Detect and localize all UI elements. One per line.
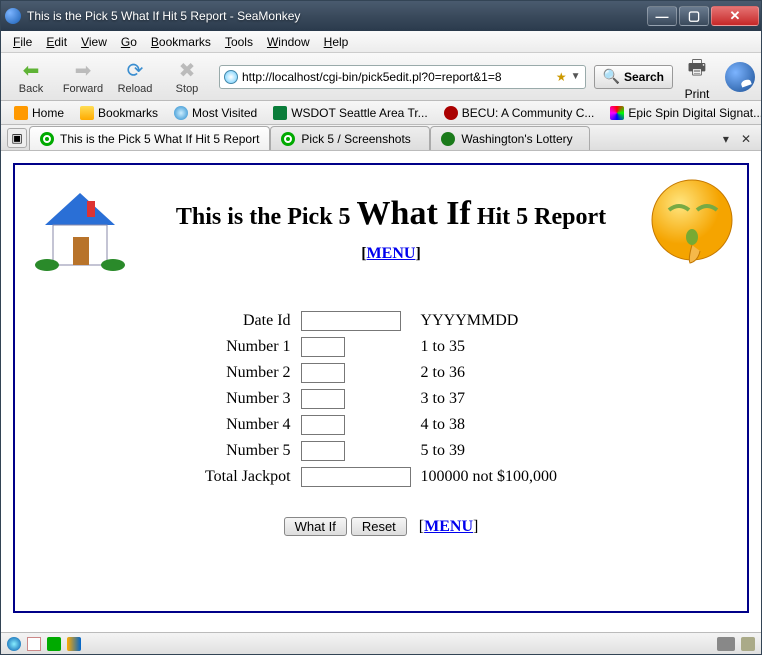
wsdot-icon: [273, 106, 287, 120]
epic-icon: [610, 106, 624, 120]
content-area: This is the Pick 5 What If Hit 5 Report …: [1, 151, 761, 632]
bookmark-wsdot[interactable]: WSDOT Seattle Area Tr...: [266, 104, 435, 122]
titlebar[interactable]: This is the Pick 5 What If Hit 5 Report …: [1, 1, 761, 31]
home-icon: [14, 106, 28, 120]
bookmark-becu[interactable]: BECU: A Community C...: [437, 104, 602, 122]
label-n4: Number 4: [205, 415, 297, 435]
input-n5[interactable]: [301, 441, 345, 461]
hint-n4: 4 to 38: [415, 415, 557, 435]
reload-button[interactable]: ⟳Reload: [111, 59, 159, 95]
back-button[interactable]: ⬅Back: [7, 59, 55, 95]
input-dateid[interactable]: [301, 311, 401, 331]
stop-icon: ✖: [175, 59, 199, 83]
globe-icon: [174, 106, 188, 120]
link-icon: [40, 132, 54, 146]
bookmarks-bar: Home Bookmarks Most Visited WSDOT Seattl…: [1, 101, 761, 125]
menu-file[interactable]: File: [7, 33, 38, 51]
globe-icon: [224, 70, 238, 84]
hint-n1: 1 to 35: [415, 337, 557, 357]
link-icon: [281, 132, 295, 146]
bookmark-epic[interactable]: Epic Spin Digital Signat...: [603, 104, 761, 122]
menu-window[interactable]: Window: [261, 33, 316, 51]
print-button[interactable]: 🖶Print: [677, 53, 717, 101]
hint-jackpot: 100000 not $100,000: [415, 467, 557, 487]
house-icon: [25, 175, 135, 275]
label-n5: Number 5: [205, 441, 297, 461]
favorite-star-icon[interactable]: ★: [556, 70, 567, 84]
maximize-button[interactable]: ▢: [679, 6, 709, 26]
print-icon: 🖶: [688, 53, 707, 87]
input-n2[interactable]: [301, 363, 345, 383]
menu-link[interactable]: MENU: [367, 245, 416, 262]
clover-icon: [441, 132, 455, 146]
tab-3[interactable]: Washington's Lottery: [430, 126, 590, 150]
input-n1[interactable]: [301, 337, 345, 357]
menu-link-bottom[interactable]: MENU: [424, 518, 473, 535]
hint-dateid: YYYYMMDD: [415, 311, 557, 331]
label-n2: Number 2: [205, 363, 297, 383]
label-dateid: Date Id: [205, 311, 297, 331]
url-bar[interactable]: ★ ▼: [219, 65, 586, 89]
label-n1: Number 1: [205, 337, 297, 357]
input-n4[interactable]: [301, 415, 345, 435]
menubar: File Edit View Go Bookmarks Tools Window…: [1, 31, 761, 53]
composer-icon[interactable]: [47, 637, 61, 651]
toolbar: ⬅Back ➡Forward ⟳Reload ✖Stop ★ ▼ 🔍Search…: [1, 53, 761, 101]
arrow-right-icon: ➡: [71, 59, 95, 83]
lock-icon[interactable]: [741, 637, 755, 651]
input-n3[interactable]: [301, 389, 345, 409]
label-n3: Number 3: [205, 389, 297, 409]
whatif-form: Date Id YYYYMMDD Number 1 1 to 35 Number 2…: [25, 305, 737, 536]
menu-bookmarks[interactable]: Bookmarks: [145, 33, 217, 51]
mail-icon[interactable]: [27, 637, 41, 651]
stop-button[interactable]: ✖Stop: [163, 59, 211, 95]
hint-n3: 3 to 37: [415, 389, 557, 409]
menu-help[interactable]: Help: [318, 33, 355, 51]
bookmark-most-visited[interactable]: Most Visited: [167, 104, 264, 122]
label-jackpot: Total Jackpot: [205, 467, 297, 487]
window-title: This is the Pick 5 What If Hit 5 Report …: [27, 9, 645, 23]
whatif-button[interactable]: What If: [284, 517, 347, 536]
throbber-icon: [725, 62, 755, 92]
url-dropdown-icon[interactable]: ▼: [571, 71, 581, 82]
menu-go[interactable]: Go: [115, 33, 143, 51]
close-button[interactable]: ✕: [711, 6, 759, 26]
tab-close-all[interactable]: ✕: [735, 132, 757, 146]
forward-button[interactable]: ➡Forward: [59, 59, 107, 95]
bookmark-home[interactable]: Home: [7, 104, 71, 122]
tab-dropdown[interactable]: ▾: [717, 132, 735, 146]
menu-link-top: [MENU]: [135, 245, 647, 263]
page-title: This is the Pick 5 What If Hit 5 Report …: [135, 175, 647, 263]
menu-tools[interactable]: Tools: [219, 33, 259, 51]
arrow-left-icon: ⬅: [19, 59, 43, 83]
bookmark-bookmarks[interactable]: Bookmarks: [73, 104, 165, 122]
reload-icon: ⟳: [123, 59, 147, 83]
input-jackpot[interactable]: [301, 467, 411, 487]
online-status-icon[interactable]: [7, 637, 21, 651]
app-window: This is the Pick 5 What If Hit 5 Report …: [0, 0, 762, 655]
hint-n5: 5 to 39: [415, 441, 557, 461]
menu-view[interactable]: View: [75, 33, 113, 51]
search-icon: 🔍: [603, 68, 620, 85]
url-input[interactable]: [242, 70, 552, 84]
new-tab-button[interactable]: ▣: [7, 128, 27, 148]
app-icon: [5, 8, 21, 24]
minimize-button[interactable]: —: [647, 6, 677, 26]
tab-1[interactable]: This is the Pick 5 What If Hit 5 Report: [29, 126, 270, 150]
tab-bar: ▣ This is the Pick 5 What If Hit 5 Repor…: [1, 125, 761, 151]
plugin-icon[interactable]: [717, 637, 735, 651]
shush-emoji-icon: [647, 175, 737, 265]
menu-edit[interactable]: Edit: [40, 33, 73, 51]
folder-icon: [80, 106, 94, 120]
page-body: This is the Pick 5 What If Hit 5 Report …: [13, 163, 749, 613]
addressbook-icon[interactable]: [67, 637, 81, 651]
statusbar: [1, 632, 761, 654]
reset-button[interactable]: Reset: [351, 517, 407, 536]
becu-icon: [444, 106, 458, 120]
search-button[interactable]: 🔍Search: [594, 65, 673, 89]
hint-n2: 2 to 36: [415, 363, 557, 383]
tab-2[interactable]: Pick 5 / Screenshots: [270, 126, 430, 150]
